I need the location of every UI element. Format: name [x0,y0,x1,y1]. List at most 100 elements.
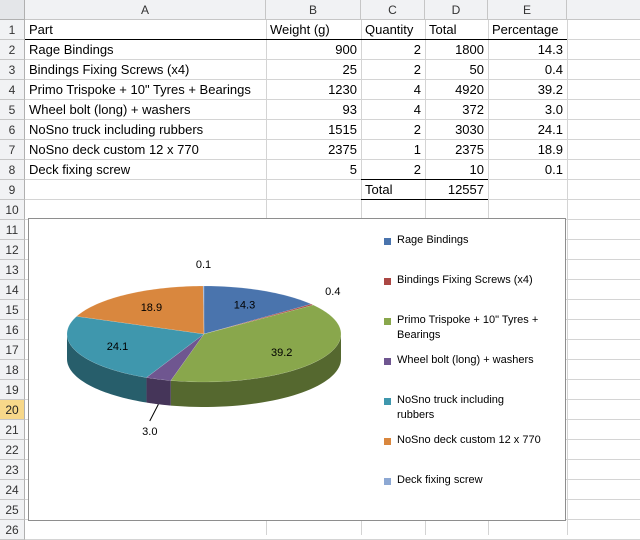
cell-percentage[interactable]: 0.4 [488,60,567,80]
legend-label: NoSno deck custom 12 x 770 [397,433,557,448]
row-header[interactable]: 26 [0,520,25,540]
row-header[interactable]: 17 [0,340,25,360]
cell-percentage[interactable]: 39.2 [488,80,567,100]
cell-part[interactable]: Wheel bolt (long) + washers [25,100,266,120]
header-weight[interactable]: Weight (g) [266,20,361,40]
header-total[interactable]: Total [425,20,488,40]
row-header[interactable]: 12 [0,240,25,260]
legend-label: Deck fixing screw [397,473,557,488]
cell-total[interactable]: 50 [425,60,488,80]
legend-swatch [384,438,391,445]
header-quantity[interactable]: Quantity [361,20,425,40]
legend-label-line: Bindings Fixing Screws (x4) [397,274,533,286]
header-percentage[interactable]: Percentage [488,20,567,40]
cell-quantity[interactable]: 4 [361,100,425,120]
cell-total[interactable]: 10 [425,160,488,180]
cell-percentage[interactable]: 18.9 [488,140,567,160]
data-label: 18.9 [141,302,162,314]
column-header-c[interactable]: C [361,0,425,20]
cell-part[interactable]: Bindings Fixing Screws (x4) [25,60,266,80]
row-header[interactable]: 19 [0,380,25,400]
data-label: 0.4 [325,286,340,298]
legend-label: Bindings Fixing Screws (x4) [397,273,557,288]
legend-swatch [384,238,391,245]
cell-part[interactable]: Rage Bindings [25,40,266,60]
row-header[interactable]: 14 [0,280,25,300]
cell-percentage[interactable]: 0.1 [488,160,567,180]
data-label: 39.2 [271,347,292,359]
row-header[interactable]: 2 [0,40,25,60]
row-header[interactable]: 21 [0,420,25,440]
total-label[interactable]: Total [361,180,425,200]
column-header-f[interactable] [567,0,640,20]
cell-weight[interactable]: 2375 [266,140,361,160]
cell-quantity[interactable]: 2 [361,120,425,140]
row-header[interactable]: 15 [0,300,25,320]
row-header[interactable]: 22 [0,440,25,460]
grand-total[interactable]: 12557 [425,180,488,200]
cell-quantity[interactable]: 2 [361,40,425,60]
legend-swatch [384,398,391,405]
data-label-leader [149,404,159,422]
select-all-corner[interactable] [0,0,25,20]
legend-label-line: Bearings [397,329,441,341]
cell-total[interactable]: 4920 [425,80,488,100]
cell-part[interactable]: Primo Trispoke + 10" Tyres + Bearings [25,80,266,100]
row-header[interactable]: 10 [0,200,25,220]
pie-chart[interactable]: 14.3 0.4 39.2 3.0 24.1 18.9 0.1 Rage Bindings B… [28,218,566,521]
cell-part[interactable]: NoSno deck custom 12 x 770 [25,140,266,160]
row-header[interactable]: 1 [0,20,25,40]
cell-weight[interactable]: 1515 [266,120,361,140]
row-header[interactable]: 9 [0,180,25,200]
row-header[interactable]: 23 [0,460,25,480]
legend-label: Primo Trispoke + 10" Tyres + Bearings [397,313,557,343]
row-header[interactable]: 11 [0,220,25,240]
row-header[interactable]: 4 [0,80,25,100]
cell-total[interactable]: 372 [425,100,488,120]
column-header-e[interactable]: E [488,0,567,20]
legend-label-line: Rage Bindings [397,234,469,246]
cell-total[interactable]: 1800 [425,40,488,60]
row-header[interactable]: 24 [0,480,25,500]
legend-label: Wheel bolt (long) + washers [397,353,557,368]
row-header[interactable]: 25 [0,500,25,520]
legend-swatch [384,318,391,325]
cell-part[interactable]: NoSno truck including rubbers [25,120,266,140]
total-bottom-border [361,199,488,200]
row-header[interactable]: 7 [0,140,25,160]
row-header[interactable]: 13 [0,260,25,280]
cell-weight[interactable]: 5 [266,160,361,180]
pie-slice-side [146,377,171,406]
cell-quantity[interactable]: 1 [361,140,425,160]
column-header-d[interactable]: D [425,0,488,20]
cell-total[interactable]: 3030 [425,120,488,140]
legend-label: Rage Bindings [397,233,557,248]
row-header[interactable]: 18 [0,360,25,380]
cell-part[interactable]: Deck fixing screw [25,160,266,180]
legend-swatch [384,478,391,485]
column-header-a[interactable]: A [25,0,266,20]
total-top-border [361,179,488,180]
cell-quantity[interactable]: 4 [361,80,425,100]
row-header[interactable]: 16 [0,320,25,340]
cell-weight[interactable]: 93 [266,100,361,120]
row-header[interactable]: 20 [0,400,25,420]
cell-percentage[interactable]: 14.3 [488,40,567,60]
legend-label-line: rubbers [397,409,435,421]
cell-quantity[interactable]: 2 [361,160,425,180]
row-header[interactable]: 3 [0,60,25,80]
data-label: 0.1 [196,259,211,271]
row-header[interactable]: 6 [0,120,25,140]
cell-weight[interactable]: 25 [266,60,361,80]
header-part[interactable]: Part [25,20,266,40]
column-header-b[interactable]: B [266,0,361,20]
row-header[interactable]: 8 [0,160,25,180]
cell-percentage[interactable]: 24.1 [488,120,567,140]
cell-percentage[interactable]: 3.0 [488,100,567,120]
cell-weight[interactable]: 1230 [266,80,361,100]
cell-quantity[interactable]: 2 [361,60,425,80]
row-header[interactable]: 5 [0,100,25,120]
data-label: 3.0 [142,426,157,438]
cell-total[interactable]: 2375 [425,140,488,160]
cell-weight[interactable]: 900 [266,40,361,60]
